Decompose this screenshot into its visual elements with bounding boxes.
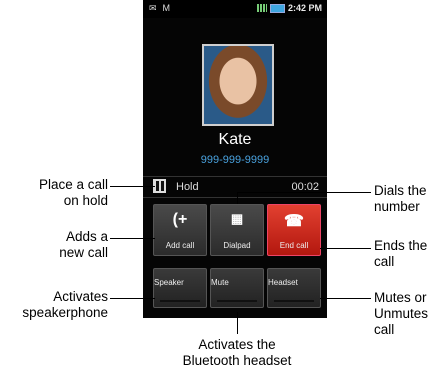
leader-add — [110, 238, 155, 239]
status-bar: ✉ M 2:42 PM — [143, 0, 327, 18]
dialpad-icon: ▦ — [230, 211, 244, 226]
end-call-label: End call — [279, 241, 309, 250]
leader-dials-v — [237, 192, 238, 204]
phone-screen: ✉ M 2:42 PM Kate 999-999-9999 Hold 00:02… — [143, 0, 327, 318]
mute-button[interactable]: Mute — [210, 268, 264, 308]
speaker-label: Speaker — [154, 278, 184, 287]
callout-hold-line2: on hold — [63, 193, 108, 208]
callout-bluetooth-line1: Activates the — [198, 337, 276, 352]
callout-ends-line2: call — [374, 254, 395, 269]
battery-icon — [269, 3, 285, 13]
headset-indicator — [274, 300, 314, 302]
hold-label: Hold — [176, 181, 199, 193]
leader-ends — [320, 248, 371, 249]
caller-name: Kate — [218, 131, 252, 148]
mute-indicator — [217, 300, 257, 302]
callout-dials-line2: number — [374, 199, 420, 214]
mail-icon: ✉ — [149, 3, 157, 13]
callout-speaker-line1: Activates — [53, 289, 108, 304]
leader-bluetooth — [237, 312, 238, 334]
caller-number: 999-999-9999 — [200, 154, 270, 166]
callout-speaker-line2: speakerphone — [22, 305, 108, 320]
end-call-button[interactable]: ☎ End call — [267, 204, 321, 256]
callout-bluetooth-line2: Bluetooth headset — [182, 353, 292, 368]
hold-row[interactable]: Hold 00:02 — [143, 176, 327, 198]
callout-bluetooth: Activates the Bluetooth headset — [175, 337, 299, 369]
callout-dials: Dials the number — [374, 183, 440, 215]
callout-hold: Place a call on hold — [28, 177, 108, 209]
callout-dials-line1: Dials the — [374, 183, 427, 198]
callout-mutes-line3: call — [374, 322, 395, 337]
speaker-indicator — [160, 300, 200, 302]
clock: 2:42 PM — [287, 3, 322, 13]
gmail-icon: M — [162, 3, 171, 13]
callout-ends: Ends the call — [374, 238, 440, 270]
callout-add: Adds a new call — [28, 229, 108, 261]
callout-mutes-line1: Mutes or — [374, 290, 427, 305]
callout-add-line1: Adds a — [65, 229, 108, 244]
dialpad-button[interactable]: ▦ Dialpad — [210, 204, 264, 256]
add-call-label: Add call — [165, 241, 195, 250]
headset-label: Headset — [268, 278, 298, 287]
signal-icon — [256, 4, 267, 12]
headset-button[interactable]: Headset — [267, 268, 321, 308]
add-call-button[interactable]: (+ Add call — [153, 204, 207, 256]
callout-mutes: Mutes or Unmutes call — [374, 290, 440, 338]
callout-mutes-line2: Unmutes — [374, 306, 429, 321]
leader-mutes — [320, 298, 371, 299]
callout-speaker: Activates speakerphone — [2, 289, 108, 321]
callout-add-line2: new call — [59, 245, 108, 260]
mute-label: Mute — [211, 278, 229, 287]
hangup-icon: ☎ — [284, 213, 304, 230]
add-call-icon: (+ — [172, 211, 188, 228]
speaker-button[interactable]: Speaker — [153, 268, 207, 308]
leader-speaker — [110, 298, 155, 299]
leader-hold — [110, 186, 155, 187]
callout-hold-line1: Place a call — [38, 177, 108, 192]
dialpad-label: Dialpad — [223, 241, 251, 250]
callout-ends-line1: Ends the — [374, 238, 428, 253]
contact-photo — [202, 44, 274, 126]
leader-dials-h — [237, 192, 371, 193]
